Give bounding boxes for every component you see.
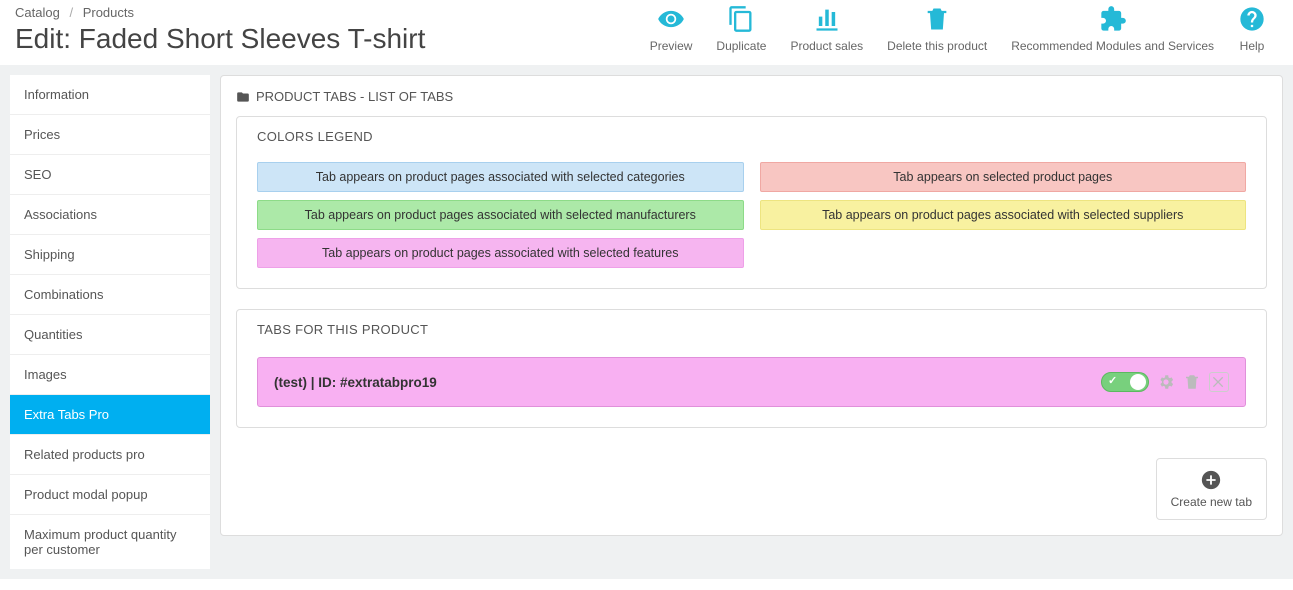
duplicate-label: Duplicate bbox=[716, 39, 766, 53]
colors-legend-panel: COLORS LEGEND Tab appears on product pag… bbox=[236, 116, 1267, 289]
tab-row[interactable]: (test) | ID: #extratabpro19 bbox=[257, 357, 1246, 407]
help-button[interactable]: Help bbox=[1226, 5, 1278, 53]
trash-icon[interactable] bbox=[1183, 373, 1201, 391]
sidebar: Information Prices SEO Associations Ship… bbox=[10, 75, 210, 569]
modules-button[interactable]: Recommended Modules and Services bbox=[999, 5, 1226, 53]
toolbar: Preview Duplicate Product sales Delete t… bbox=[638, 5, 1278, 53]
panel-title: PRODUCT TABS - LIST OF TABS bbox=[236, 84, 1267, 116]
bar-chart-icon bbox=[813, 5, 841, 33]
product-sales-label: Product sales bbox=[790, 39, 863, 53]
sidebar-item-shipping[interactable]: Shipping bbox=[10, 235, 210, 275]
duplicate-icon bbox=[727, 5, 755, 33]
gear-icon[interactable] bbox=[1157, 373, 1175, 391]
tabs-for-product-heading: TABS FOR THIS PRODUCT bbox=[257, 322, 1246, 347]
breadcrumb: Catalog / Products bbox=[15, 5, 425, 20]
sidebar-item-modal-popup[interactable]: Product modal popup bbox=[10, 475, 210, 515]
preview-button[interactable]: Preview bbox=[638, 5, 705, 53]
eye-icon bbox=[657, 5, 685, 33]
legend-product-pages: Tab appears on selected product pages bbox=[760, 162, 1247, 192]
tabs-for-product-panel: TABS FOR THIS PRODUCT (test) | ID: #extr… bbox=[236, 309, 1267, 428]
sidebar-item-information[interactable]: Information bbox=[10, 75, 210, 115]
folder-icon bbox=[236, 90, 250, 104]
tab-row-label: (test) | ID: #extratabpro19 bbox=[274, 375, 437, 390]
help-icon bbox=[1238, 5, 1266, 33]
duplicate-button[interactable]: Duplicate bbox=[704, 5, 778, 53]
breadcrumb-separator: / bbox=[69, 5, 73, 20]
preview-label: Preview bbox=[650, 39, 693, 53]
sidebar-item-prices[interactable]: Prices bbox=[10, 115, 210, 155]
plus-circle-icon bbox=[1200, 469, 1222, 491]
panel-title-text: PRODUCT TABS - LIST OF TABS bbox=[256, 89, 453, 104]
breadcrumb-products[interactable]: Products bbox=[83, 5, 134, 20]
colors-legend-heading: COLORS LEGEND bbox=[257, 129, 1246, 154]
sidebar-item-seo[interactable]: SEO bbox=[10, 155, 210, 195]
sidebar-item-quantities[interactable]: Quantities bbox=[10, 315, 210, 355]
legend-manufacturers: Tab appears on product pages associated … bbox=[257, 200, 744, 230]
sidebar-item-associations[interactable]: Associations bbox=[10, 195, 210, 235]
sidebar-item-max-quantity[interactable]: Maximum product quantity per customer bbox=[10, 515, 210, 569]
help-label: Help bbox=[1240, 39, 1265, 53]
sidebar-item-combinations[interactable]: Combinations bbox=[10, 275, 210, 315]
legend-features: Tab appears on product pages associated … bbox=[257, 238, 744, 268]
breadcrumb-catalog[interactable]: Catalog bbox=[15, 5, 60, 20]
product-sales-button[interactable]: Product sales bbox=[778, 5, 875, 53]
delete-product-label: Delete this product bbox=[887, 39, 987, 53]
sidebar-item-images[interactable]: Images bbox=[10, 355, 210, 395]
delete-product-button[interactable]: Delete this product bbox=[875, 5, 999, 53]
tab-row-actions bbox=[1101, 372, 1229, 392]
legend-suppliers: Tab appears on product pages associated … bbox=[760, 200, 1247, 230]
puzzle-icon bbox=[1099, 5, 1127, 33]
create-new-tab-button[interactable]: Create new tab bbox=[1156, 458, 1267, 520]
main-panel: PRODUCT TABS - LIST OF TABS COLORS LEGEN… bbox=[220, 75, 1283, 536]
legend-categories: Tab appears on product pages associated … bbox=[257, 162, 744, 192]
sidebar-item-related-products[interactable]: Related products pro bbox=[10, 435, 210, 475]
trash-icon bbox=[923, 5, 951, 33]
close-icon[interactable] bbox=[1209, 372, 1229, 392]
page-title: Edit: Faded Short Sleeves T-shirt bbox=[15, 23, 425, 55]
modules-label: Recommended Modules and Services bbox=[1011, 39, 1214, 53]
sidebar-item-extra-tabs-pro[interactable]: Extra Tabs Pro bbox=[10, 395, 210, 435]
create-new-tab-label: Create new tab bbox=[1171, 495, 1252, 509]
tab-enabled-toggle[interactable] bbox=[1101, 372, 1149, 392]
